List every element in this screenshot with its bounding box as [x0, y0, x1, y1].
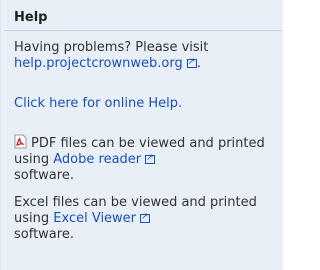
- pdf-software-text: software.: [14, 168, 74, 183]
- external-link-icon[interactable]: [186, 56, 197, 68]
- online-help-link[interactable]: Click here for online Help.: [14, 96, 182, 111]
- help-problem-text: Having problems? Please visit: [14, 40, 209, 55]
- pdf-paragraph: PDF files can be viewed and printed usin…: [14, 134, 282, 184]
- divider: [4, 30, 282, 31]
- help-site-link[interactable]: help.projectcrownweb.org: [14, 56, 183, 71]
- excel-viewer-link[interactable]: Excel Viewer: [53, 211, 136, 226]
- excel-paragraph: Excel files can be viewed and printed us…: [14, 195, 282, 243]
- help-title: Help: [14, 10, 48, 25]
- pdf-icon: [14, 134, 27, 149]
- external-link-icon[interactable]: [140, 211, 151, 223]
- online-help-paragraph: Click here for online Help.: [14, 96, 282, 112]
- adobe-reader-link[interactable]: Adobe reader: [53, 152, 141, 167]
- period-text: .: [196, 56, 201, 71]
- help-problem-paragraph: Having problems? Please visit help.proje…: [14, 40, 282, 72]
- help-panel: Help Having problems? Please visit help.…: [0, 0, 283, 270]
- external-link-icon[interactable]: [145, 152, 156, 164]
- excel-software-text: software.: [14, 227, 74, 242]
